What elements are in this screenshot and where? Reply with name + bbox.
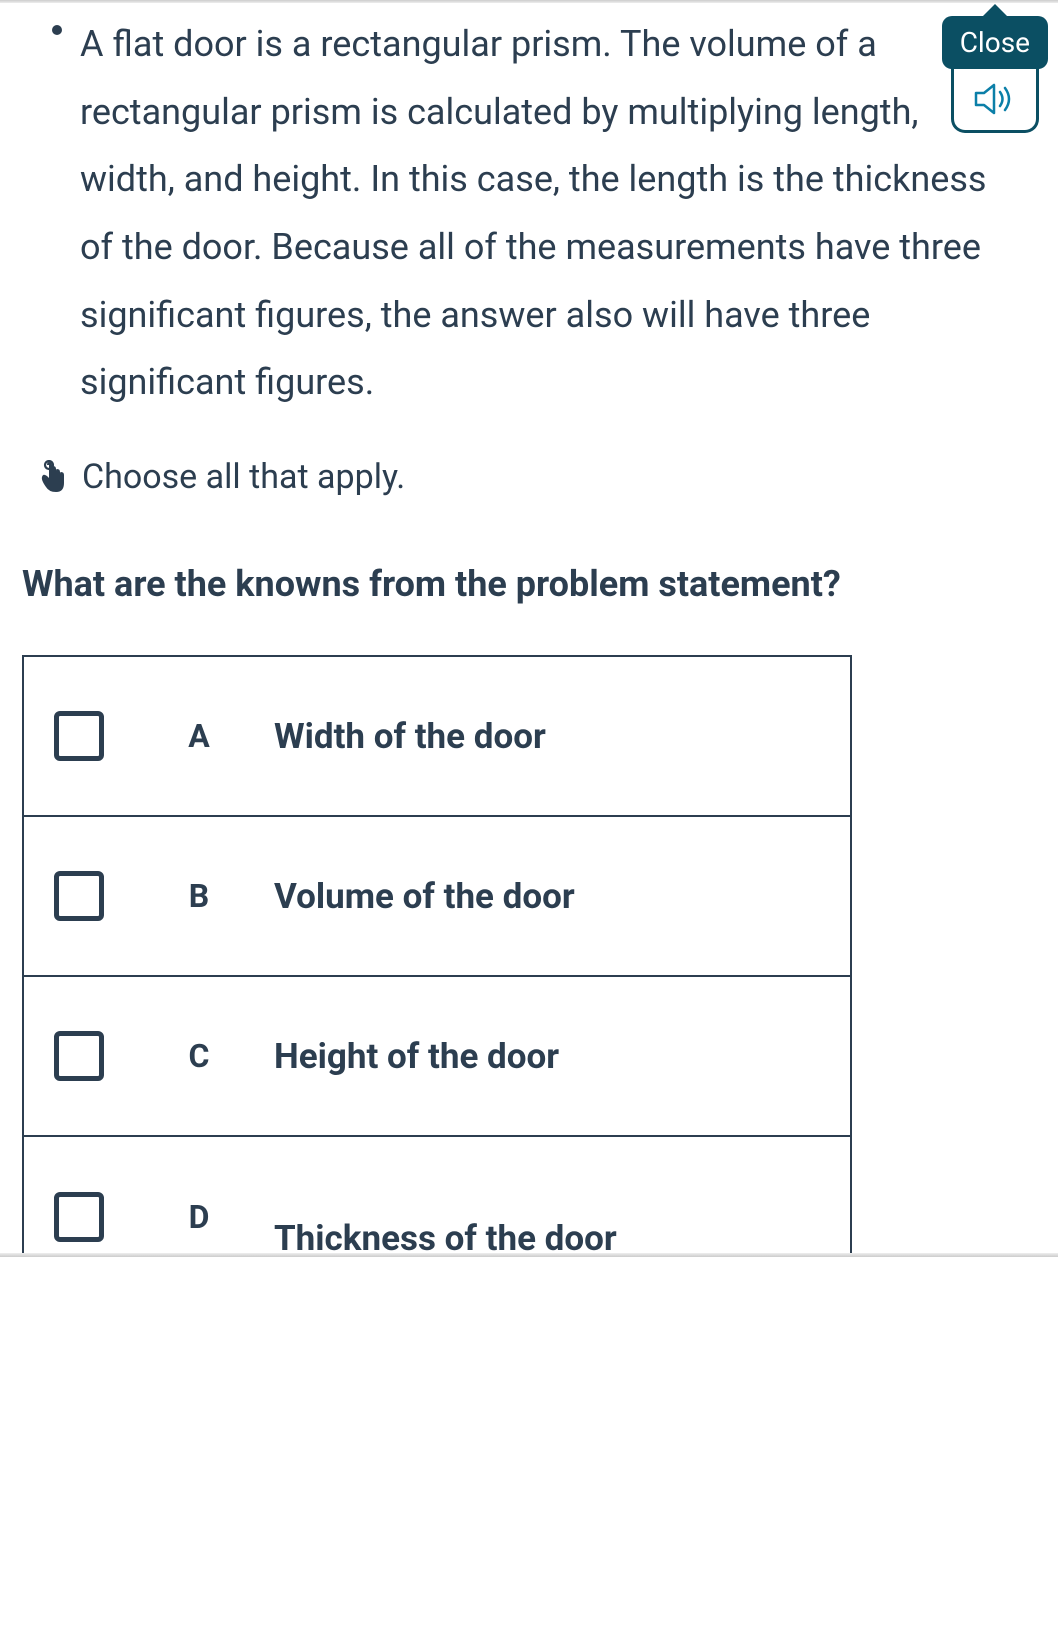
option-text: Volume of the door	[274, 876, 575, 917]
option-row-c[interactable]: C Height of the door	[24, 977, 850, 1137]
question-text: What are the knowns from the problem sta…	[22, 557, 1018, 611]
option-text: Height of the door	[274, 1036, 559, 1077]
bullet-item: A flat door is a rectangular prism. The …	[80, 11, 1018, 417]
top-divider	[0, 0, 1058, 3]
option-letter: D	[174, 1198, 224, 1236]
instruction-row: Choose all that apply.	[38, 457, 1018, 497]
tap-hand-icon	[38, 460, 68, 494]
option-row-b[interactable]: B Volume of the door	[24, 817, 850, 977]
checkbox-c[interactable]	[54, 1031, 104, 1081]
option-row-d[interactable]: D Thickness of the door	[24, 1137, 850, 1257]
option-letter: A	[174, 717, 224, 755]
bullet-dot-icon	[52, 25, 62, 35]
option-letter: B	[174, 877, 224, 915]
checkbox-b[interactable]	[54, 871, 104, 921]
instruction-text: Choose all that apply.	[82, 457, 405, 497]
checkbox-a[interactable]	[54, 711, 104, 761]
options-table: A Width of the door B Volume of the door…	[22, 655, 852, 1257]
option-text: Width of the door	[274, 716, 546, 757]
option-row-a[interactable]: A Width of the door	[24, 657, 850, 817]
bullet-text: A flat door is a rectangular prism. The …	[80, 11, 1018, 417]
bottom-divider	[0, 1253, 1058, 1257]
option-letter: C	[174, 1037, 224, 1075]
checkbox-d[interactable]	[54, 1192, 104, 1242]
